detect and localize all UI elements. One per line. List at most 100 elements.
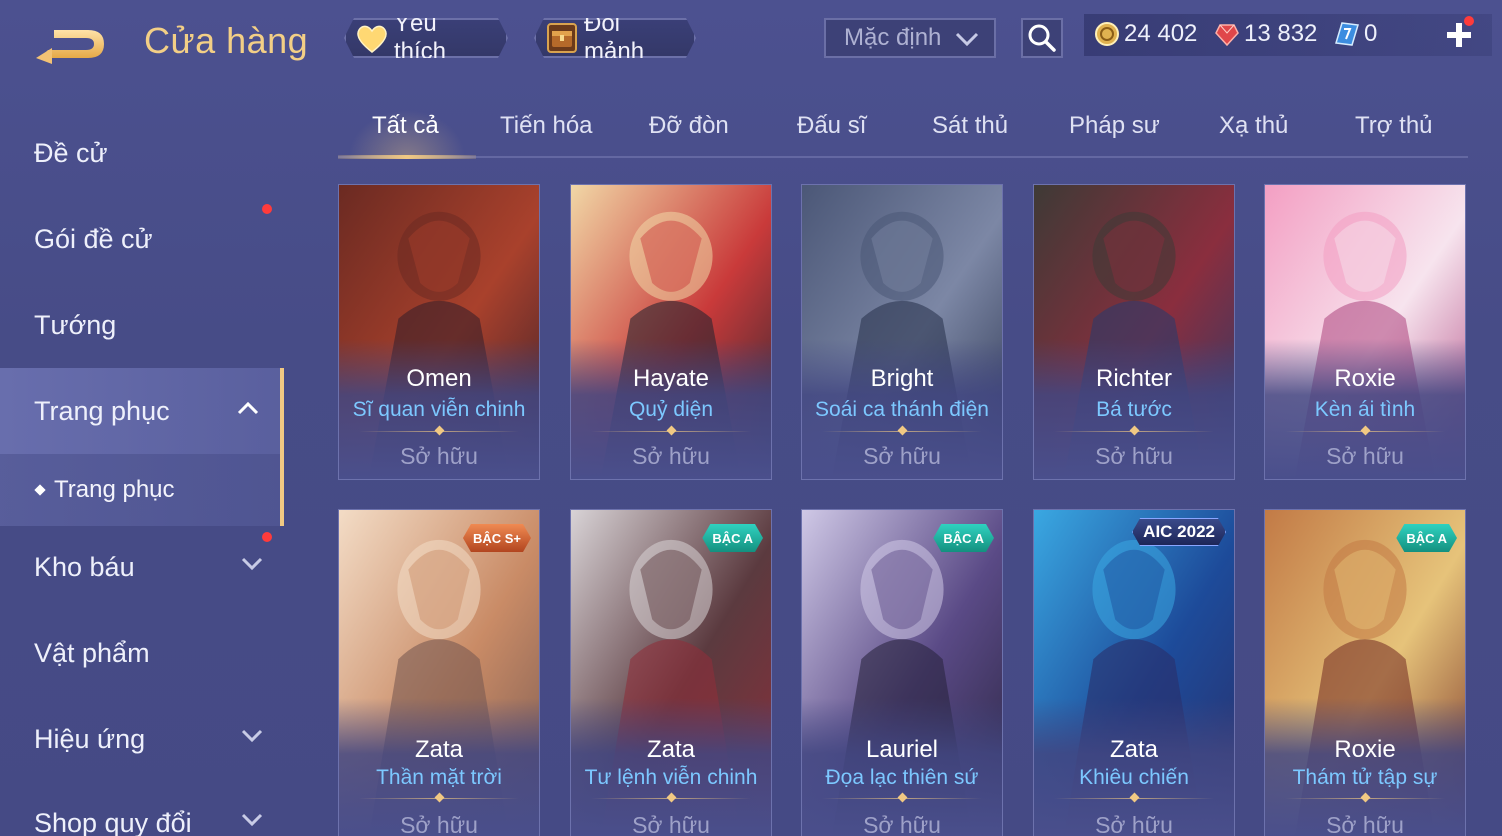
- skin-name: Bá tước: [1096, 398, 1172, 421]
- owned-status: Sở hữu: [400, 812, 478, 836]
- hero-name: Omen: [406, 365, 472, 392]
- skin-name: Sĩ quan viễn chinh: [352, 398, 526, 421]
- tab-all[interactable]: Tất cả: [372, 112, 439, 140]
- tier-badge: BẬC A: [1396, 524, 1457, 552]
- skin-card[interactable]: Hayate Quỷ diện Sở hữu: [570, 184, 772, 480]
- diamond-bullet-icon: [34, 484, 46, 496]
- tab-support[interactable]: Trợ thủ: [1355, 112, 1433, 140]
- voucher-ticket-icon: [1334, 21, 1360, 47]
- page-title: Cửa hàng: [144, 20, 309, 61]
- skin-card[interactable]: Richter Bá tước Sở hữu: [1033, 184, 1235, 480]
- skin-name: Đọa lạc thiên sứ: [825, 766, 979, 789]
- tab-tank[interactable]: Đỡ đòn: [649, 112, 729, 140]
- sidebar-item-heroes[interactable]: Tướng: [0, 282, 284, 368]
- sidebar: Đề cử Gói đề cử Tướng Trang phục Trang p…: [0, 100, 290, 836]
- skin-card[interactable]: BẬC A Zata Tư lệnh viễn chinh Sở hữu: [570, 509, 772, 836]
- owned-status: Sở hữu: [863, 812, 941, 836]
- sidebar-item-label: Shop quy đổi: [34, 807, 192, 836]
- owned-status: Sở hữu: [1326, 812, 1404, 836]
- exchange-fragments-button[interactable]: Đổi mảnh: [534, 18, 696, 58]
- tier-badge: BẬC S+: [463, 524, 531, 552]
- ruby-gem-icon: [1214, 21, 1240, 47]
- back-button[interactable]: [32, 18, 112, 66]
- top-bar: Cửa hàng Yêu thích Đổi mảnh Mặc định 24 …: [0, 0, 1502, 86]
- hero-name: Roxie: [1334, 365, 1396, 392]
- skin-card[interactable]: Roxie Kèn ái tình Sở hữu: [1264, 184, 1466, 480]
- owned-status: Sở hữu: [1095, 812, 1173, 836]
- hero-name: Roxie: [1334, 736, 1396, 763]
- back-arrow-icon: [36, 30, 104, 64]
- voucher-balance: 0: [1334, 20, 1377, 48]
- hero-name: Bright: [870, 365, 934, 392]
- tab-mage[interactable]: Pháp sư: [1069, 112, 1160, 140]
- sidebar-subitem-skins[interactable]: Trang phục: [0, 454, 284, 526]
- sidebar-item-label: Kho báu: [34, 551, 135, 582]
- chevron-down-icon: [241, 557, 263, 571]
- skin-name: Quỷ diện: [628, 398, 714, 421]
- sidebar-item-label: Tướng: [34, 309, 117, 340]
- role-tabs: Tất cả Tiến hóa Đỡ đòn Đấu sĩ Sát thủ Ph…: [338, 100, 1468, 159]
- sidebar-item-label: Đề cử: [34, 137, 108, 168]
- tier-badge: AIC 2022: [1132, 518, 1226, 546]
- sort-dropdown[interactable]: Mặc định: [824, 18, 996, 58]
- skin-card[interactable]: AIC 2022 Zata Khiêu chiến Sở hữu: [1033, 509, 1235, 836]
- currency-bar: 24 402 13 832 0: [1084, 14, 1492, 56]
- sidebar-item-label: Vật phẩm: [34, 637, 150, 668]
- sidebar-item-treasure[interactable]: Kho báu: [0, 524, 284, 610]
- skin-name: Khiêu chiến: [1079, 766, 1189, 789]
- ruby-balance: 13 832: [1214, 20, 1317, 48]
- exchange-label: Đổi mảnh: [584, 10, 645, 65]
- skin-card[interactable]: BẬC S+ Zata Thần mặt trời Sở hữu: [338, 509, 540, 836]
- owned-status: Sở hữu: [1095, 443, 1173, 469]
- sidebar-item-label: Trang phục: [34, 395, 170, 426]
- sidebar-item-recommended[interactable]: Đề cử: [0, 110, 284, 196]
- skin-name: Kèn ái tình: [1314, 398, 1416, 421]
- owned-status: Sở hữu: [632, 812, 710, 836]
- active-tab-indicator: [338, 155, 476, 159]
- notification-dot: [262, 532, 272, 542]
- favorites-label: Yêu thích: [394, 10, 447, 65]
- tab-marksman[interactable]: Xạ thủ: [1219, 112, 1288, 140]
- tab-evolution[interactable]: Tiến hóa: [500, 112, 593, 140]
- chevron-down-icon: [955, 32, 979, 47]
- sidebar-subitem-label: Trang phục: [54, 476, 175, 503]
- favorites-button[interactable]: Yêu thích: [344, 18, 508, 58]
- hero-name: Zata: [1109, 736, 1159, 763]
- hero-name: Richter: [1095, 365, 1173, 392]
- chevron-down-icon: [241, 813, 263, 827]
- skin-card[interactable]: Bright Soái ca thánh điện Sở hữu: [801, 184, 1003, 480]
- tier-badge: BẬC A: [933, 524, 994, 552]
- ruby-amount: 13 832: [1244, 20, 1318, 47]
- hero-name: Lauriel: [865, 736, 939, 763]
- skin-name: Tư lệnh viễn chinh: [584, 766, 758, 789]
- sidebar-item-label: Gói đề cử: [34, 223, 153, 254]
- search-button[interactable]: [1021, 18, 1063, 58]
- sort-value: Mặc định: [844, 24, 942, 51]
- sidebar-item-skins[interactable]: Trang phục: [0, 368, 284, 454]
- skin-name: Soái ca thánh điện: [815, 398, 989, 421]
- tab-fighter[interactable]: Đấu sĩ: [797, 112, 866, 140]
- skin-card[interactable]: BẬC A Roxie Thám tử tập sự Sở hữu: [1264, 509, 1466, 836]
- skin-name: Thám tử tập sự: [1292, 766, 1438, 789]
- hero-name: Zata: [414, 736, 464, 763]
- voucher-amount: 0: [1364, 20, 1378, 47]
- shop-screen: Cửa hàng Yêu thích Đổi mảnh Mặc định 24 …: [0, 0, 1502, 836]
- sidebar-item-bundles[interactable]: Gói đề cử: [0, 196, 284, 282]
- owned-status: Sở hữu: [400, 443, 478, 469]
- sidebar-item-effects[interactable]: Hiệu ứng: [0, 696, 284, 782]
- chevron-up-icon: [237, 401, 259, 415]
- notification-dot: [262, 204, 272, 214]
- tab-assassin[interactable]: Sát thủ: [932, 112, 1008, 140]
- sidebar-item-exchange-shop[interactable]: Shop quy đổi: [0, 780, 284, 836]
- tier-badge: BẬC A: [702, 524, 763, 552]
- owned-status: Sở hữu: [632, 443, 710, 469]
- gold-balance: 24 402: [1094, 20, 1197, 48]
- owned-status: Sở hữu: [863, 443, 941, 469]
- search-icon: [1028, 24, 1056, 52]
- skin-card[interactable]: BẬC A Lauriel Đọa lạc thiên sứ Sở hữu: [801, 509, 1003, 836]
- skin-card[interactable]: Omen Sĩ quan viễn chinh Sở hữu: [338, 184, 540, 480]
- sidebar-item-items[interactable]: Vật phẩm: [0, 610, 284, 696]
- heart-icon: [354, 20, 390, 56]
- skin-name: Thần mặt trời: [376, 766, 502, 789]
- hero-name: Hayate: [632, 365, 710, 392]
